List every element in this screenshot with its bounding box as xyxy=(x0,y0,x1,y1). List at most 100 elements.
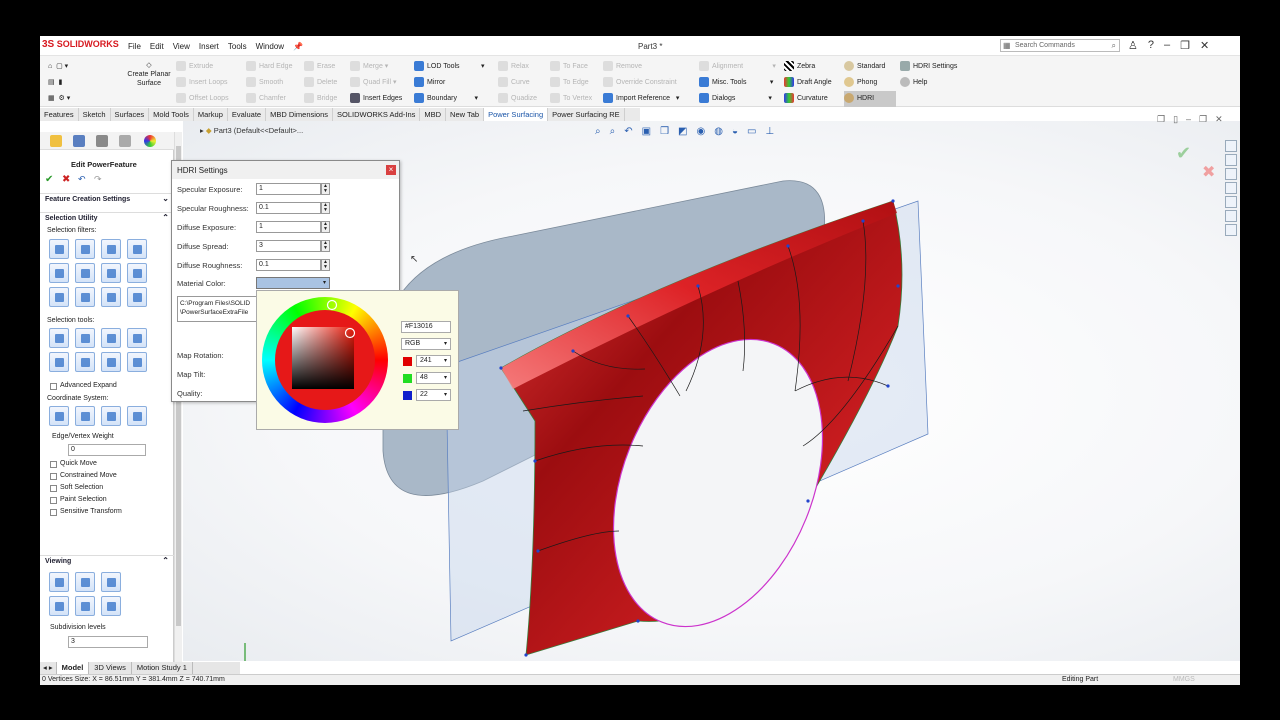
search-scope-icon[interactable]: ▦ xyxy=(1003,41,1011,50)
tab-markup[interactable]: Markup xyxy=(194,108,228,121)
import-reference-button[interactable]: Import Reference ▾ xyxy=(603,91,679,107)
view-eye-mesh-button[interactable] xyxy=(75,596,95,616)
feature-manager-breadcrumb[interactable]: ▸ ◆ Part3 (Default<<Default>... xyxy=(200,126,303,135)
filter-vertices-button[interactable] xyxy=(127,239,147,259)
view-cage-button[interactable] xyxy=(101,572,121,592)
tab-model[interactable]: Model xyxy=(56,662,90,674)
filter-edges-button[interactable] xyxy=(49,239,69,259)
task-pane-appearances-icon[interactable] xyxy=(1225,196,1237,208)
tab-mold-tools[interactable]: Mold Tools xyxy=(149,108,194,121)
erase-button[interactable]: Erase xyxy=(304,59,337,75)
hex-color-input[interactable]: #F13016 xyxy=(401,321,451,333)
diffuse-exposure-spinner[interactable]: ▲ ▼ xyxy=(321,221,330,233)
tool-select-cube-button[interactable] xyxy=(49,328,69,348)
scene-icon[interactable]: ◒ xyxy=(732,126,738,137)
diffuse-spread-spinner[interactable]: ▲ ▼ xyxy=(321,240,330,252)
property-manager-tab-icon[interactable] xyxy=(73,135,85,147)
tab-power-surfacing[interactable]: Power Surfacing xyxy=(484,108,549,121)
blue-channel-input[interactable]: 22 ▾ xyxy=(416,389,451,401)
merge-button[interactable]: Merge ▾ xyxy=(350,59,402,75)
close-icon[interactable]: ✕ xyxy=(1200,39,1209,52)
tab-features[interactable]: Features xyxy=(40,108,79,121)
tab-scroll-icons[interactable]: ◂ ▸ xyxy=(40,662,57,674)
paint-selection-checkbox[interactable] xyxy=(50,497,57,504)
viewport-tile-icon[interactable]: ▯ xyxy=(1173,114,1178,125)
viewport-maximize-icon[interactable]: ❐ xyxy=(1199,114,1207,125)
tab-mbd-dimensions[interactable]: MBD Dimensions xyxy=(266,108,334,121)
filter-add-button[interactable] xyxy=(101,287,121,307)
tool-select-grow-button[interactable] xyxy=(127,328,147,348)
tool-select-shrink-button[interactable] xyxy=(49,352,69,372)
view-smooth-button[interactable] xyxy=(75,572,95,592)
options-icon[interactable]: ▦ ⚙ ▾ xyxy=(48,91,70,107)
cancel-x-icon[interactable]: ✖ xyxy=(62,174,70,185)
viewport-restore-icon[interactable]: ❐ xyxy=(1157,114,1165,125)
zoom-to-fit-icon[interactable]: ⌕ xyxy=(595,126,601,137)
boundary-button[interactable]: Boundary ▾ xyxy=(414,91,484,107)
tool-select-ring-button[interactable] xyxy=(101,328,121,348)
color-mode-select[interactable]: RGB ▾ xyxy=(401,338,451,350)
undo-icon[interactable]: ↶ xyxy=(78,174,86,185)
zoom-area-icon[interactable]: ⌕ xyxy=(610,126,616,137)
viewing-header[interactable]: Viewing ⌃ xyxy=(40,555,174,567)
to-edge-button[interactable]: To Edge xyxy=(550,75,592,91)
weight-input[interactable]: 0 xyxy=(68,444,146,456)
tab-evaluate[interactable]: Evaluate xyxy=(228,108,267,121)
phong-render-button[interactable]: Phong xyxy=(844,75,896,91)
task-pane-properties-icon[interactable] xyxy=(1225,210,1237,222)
tab-new-tab[interactable]: New Tab xyxy=(446,108,485,121)
coord-normal-button[interactable] xyxy=(101,406,121,426)
hdri-map-path-field[interactable]: C:\Program Files\SOLID \PowerSurfaceExtr… xyxy=(177,296,257,322)
draft-angle-button[interactable]: Draft Angle xyxy=(784,75,832,91)
help-button[interactable]: Help xyxy=(900,75,957,91)
triad-icon[interactable]: ⊥ xyxy=(765,126,774,137)
diffuse-exposure-input[interactable]: 1 xyxy=(256,221,321,233)
to-vertex-button[interactable]: To Vertex xyxy=(550,91,592,107)
menu-file[interactable]: File xyxy=(128,42,141,51)
filter-lines-button[interactable] xyxy=(101,239,121,259)
dimxpert-tab-icon[interactable] xyxy=(119,135,131,147)
override-constraint-button[interactable]: Override Constraint xyxy=(603,75,679,91)
filter-box-button[interactable] xyxy=(75,287,95,307)
status-units[interactable]: MMGS xyxy=(1173,676,1195,683)
search-icon[interactable]: ⌕ xyxy=(1112,41,1116,51)
confirm-cancel-icon[interactable]: ✖ xyxy=(1202,162,1215,182)
menu-view[interactable]: View xyxy=(173,42,190,51)
extrude-button[interactable]: Extrude xyxy=(176,59,229,75)
specular-roughness-input[interactable]: 0.1 xyxy=(256,202,321,214)
quad-fill-button[interactable]: Quad Fill ▾ xyxy=(350,75,402,91)
bridge-button[interactable]: Bridge xyxy=(304,91,337,107)
material-color-dropdown[interactable]: ▾ xyxy=(256,277,330,289)
hdri-close-icon[interactable]: × xyxy=(386,165,396,175)
to-face-button[interactable]: To Face xyxy=(550,59,592,75)
section-view-icon[interactable]: ▣ xyxy=(642,126,651,137)
filter-solid-button[interactable] xyxy=(75,263,95,283)
redo-icon[interactable]: ↷ xyxy=(94,174,102,185)
filter-pattern-button[interactable] xyxy=(127,287,147,307)
viewport-close-icon[interactable]: ✕ xyxy=(1215,114,1223,125)
sensitive-transform-checkbox[interactable] xyxy=(50,509,57,516)
task-pane-explorer-icon[interactable] xyxy=(1225,182,1237,194)
specular-exposure-spinner[interactable]: ▲ ▼ xyxy=(321,183,330,195)
coord-view-button[interactable] xyxy=(127,406,147,426)
viewport-minimize-icon[interactable]: – xyxy=(1186,114,1191,125)
filter-surface-button[interactable] xyxy=(101,263,121,283)
feature-manager-tab-icon[interactable] xyxy=(50,135,62,147)
hue-ring[interactable] xyxy=(262,297,388,423)
view-settings-icon[interactable]: ▭ xyxy=(747,126,756,137)
diffuse-roughness-spinner[interactable]: ▲ ▼ xyxy=(321,259,330,271)
insert-edges-button[interactable]: Insert Edges xyxy=(350,91,402,107)
view-points-button[interactable] xyxy=(101,596,121,616)
diffuse-roughness-input[interactable]: 0.1 xyxy=(256,259,321,271)
lod-tools-button[interactable]: LOD Tools ▾ xyxy=(414,59,484,75)
feature-creation-settings-header[interactable]: Feature Creation Settings ⌄ xyxy=(40,193,174,205)
filter-faces-button[interactable] xyxy=(75,239,95,259)
tool-select-expand-button[interactable] xyxy=(75,352,95,372)
tab-surfaces[interactable]: Surfaces xyxy=(111,108,150,121)
print-icon[interactable]: ▤ ▮ xyxy=(48,75,70,91)
quadize-button[interactable]: Quadize xyxy=(498,91,537,107)
zebra-button[interactable]: Zebra xyxy=(784,59,832,75)
curvature-button[interactable]: Curvature xyxy=(784,91,832,107)
selection-utility-header[interactable]: Selection Utility ⌃ xyxy=(40,212,174,224)
alignment-button[interactable]: Alignment ▾ xyxy=(699,59,776,75)
